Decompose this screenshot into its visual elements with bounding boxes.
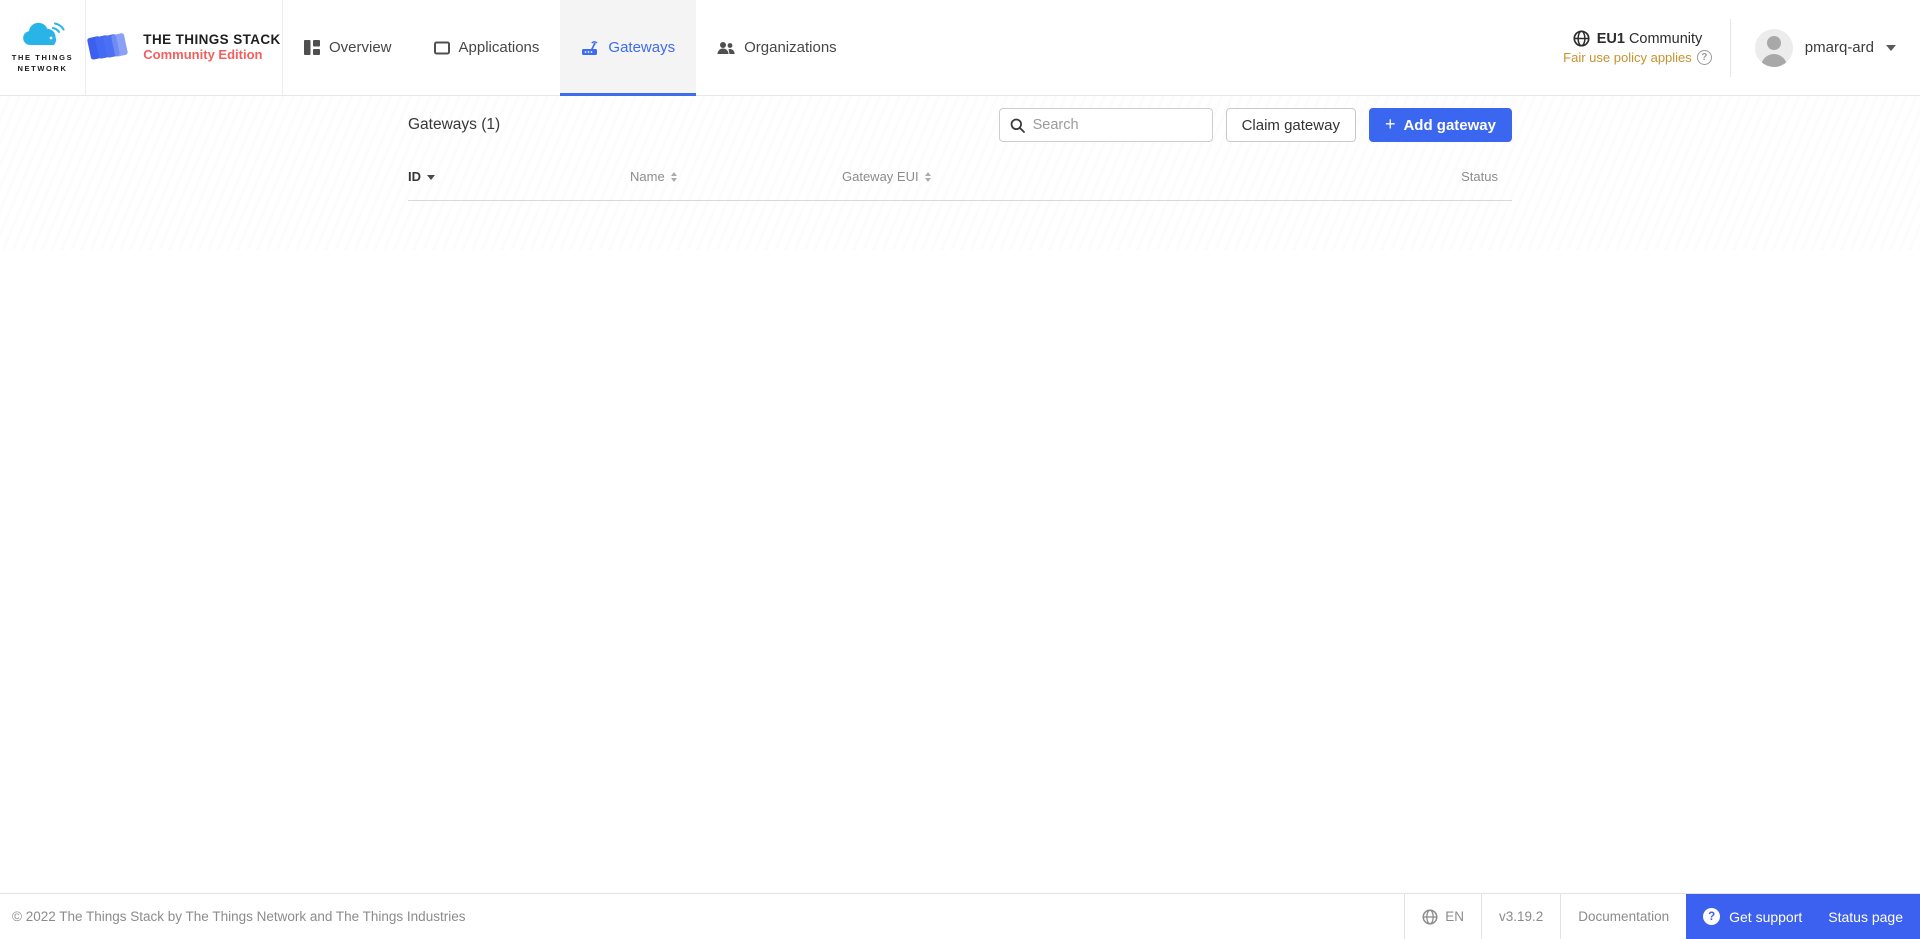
ttn-logo-line1: THE THINGS	[11, 53, 74, 63]
tab-gateways[interactable]: Gateways	[560, 0, 697, 96]
top-header: THE THINGS NETWORK THE THINGS STACK Comm…	[0, 0, 1920, 96]
ttn-cloud-icon	[22, 22, 65, 46]
documentation-label: Documentation	[1578, 909, 1670, 924]
chevron-down-icon	[1886, 44, 1896, 51]
sort-desc-icon	[427, 174, 435, 180]
sort-icon	[924, 171, 931, 182]
tts-logo-title: THE THINGS STACK	[143, 32, 281, 48]
gateway-icon	[581, 40, 599, 56]
column-header-status: Status	[1382, 169, 1512, 184]
search-input[interactable]	[1032, 117, 1202, 133]
tab-overview-label: Overview	[329, 39, 392, 56]
version-text: v3.19.2	[1499, 909, 1544, 924]
search-icon	[1010, 118, 1025, 133]
footer-support-section: ? Get support Status page	[1686, 894, 1920, 939]
cluster-label: Community	[1628, 30, 1703, 47]
username: pmarq-ard	[1804, 39, 1874, 56]
avatar	[1754, 28, 1793, 67]
plus-icon: +	[1384, 114, 1396, 134]
cluster-info: EU1 Community Fair use policy applies ?	[1545, 30, 1730, 65]
get-support-label: Get support	[1729, 908, 1803, 925]
things-stack-logo[interactable]: THE THINGS STACK Community Edition	[86, 0, 283, 95]
column-header-gateway-eui[interactable]: Gateway EUI	[842, 169, 1382, 184]
tab-organizations-label: Organizations	[744, 39, 837, 56]
dashboard-icon	[304, 40, 320, 55]
gateways-panel: Gateways (1) Claim gateway + Add gateway	[408, 96, 1512, 201]
applications-icon	[433, 41, 450, 55]
header-right: EU1 Community Fair use policy applies ? …	[1545, 0, 1920, 95]
organizations-icon	[717, 41, 735, 55]
get-support-link[interactable]: ? Get support	[1703, 908, 1802, 925]
page-title: Gateways (1)	[408, 116, 501, 133]
support-question-icon: ?	[1703, 908, 1721, 925]
language-selector[interactable]: EN	[1404, 894, 1481, 939]
claim-gateway-button[interactable]: Claim gateway	[1225, 108, 1356, 142]
fair-use-notice: Fair use policy applies ?	[1563, 50, 1712, 65]
status-page-label: Status page	[1828, 908, 1903, 925]
column-header-name[interactable]: Name	[630, 169, 842, 184]
tab-gateways-label: Gateways	[608, 39, 676, 56]
version-label: v3.19.2	[1481, 894, 1560, 939]
cluster-id: EU1	[1596, 30, 1625, 47]
help-question-icon[interactable]: ?	[1696, 50, 1712, 65]
tab-overview[interactable]: Overview	[283, 0, 413, 95]
things-network-logo[interactable]: THE THINGS NETWORK	[0, 0, 86, 95]
tab-applications[interactable]: Applications	[413, 0, 561, 95]
copyright-text: © 2022 The Things Stack by The Things Ne…	[12, 909, 466, 924]
toolbar: Gateways (1) Claim gateway + Add gateway	[408, 108, 1512, 142]
globe-icon	[1422, 908, 1438, 925]
main-content: Gateways (1) Claim gateway + Add gateway	[0, 96, 1920, 893]
tab-organizations[interactable]: Organizations	[696, 0, 858, 95]
user-menu[interactable]: pmarq-ard	[1731, 28, 1906, 67]
add-gateway-label: Add gateway	[1403, 116, 1496, 134]
status-page-link[interactable]: Status page	[1828, 909, 1903, 925]
globe-icon	[1573, 30, 1590, 47]
cluster-name: EU1 Community	[1597, 31, 1703, 47]
gateways-table-header: ID Name Gateway EUI Status	[408, 169, 1512, 201]
tts-stack-icon	[87, 32, 128, 60]
column-name-label: Name	[630, 169, 665, 184]
fair-use-text: Fair use policy applies	[1563, 50, 1692, 65]
tts-logo-text: THE THINGS STACK Community Edition	[143, 32, 280, 62]
person-icon	[1760, 35, 1787, 67]
main-nav: Overview Applications Gateways Organizat…	[283, 0, 858, 96]
sort-icon	[670, 171, 677, 182]
tts-logo-subtitle: Community Edition	[143, 46, 263, 62]
search-box	[998, 108, 1213, 142]
footer: © 2022 The Things Stack by The Things Ne…	[0, 893, 1920, 939]
ttn-logo-line2: NETWORK	[17, 63, 68, 73]
documentation-link[interactable]: Documentation	[1560, 894, 1686, 939]
column-id-label: ID	[408, 169, 421, 184]
footer-spacer	[465, 894, 1404, 939]
column-status-label: Status	[1461, 169, 1498, 184]
column-header-id[interactable]: ID	[408, 169, 630, 184]
toolbar-actions: Claim gateway + Add gateway	[998, 108, 1512, 142]
column-eui-label: Gateway EUI	[842, 169, 919, 184]
header-spacer	[858, 0, 1546, 95]
tab-applications-label: Applications	[458, 39, 540, 56]
add-gateway-button[interactable]: + Add gateway	[1368, 108, 1512, 142]
cluster-row: EU1 Community	[1573, 30, 1703, 47]
ttn-logo-text: THE THINGS NETWORK	[12, 53, 73, 73]
language-label: EN	[1445, 909, 1464, 924]
